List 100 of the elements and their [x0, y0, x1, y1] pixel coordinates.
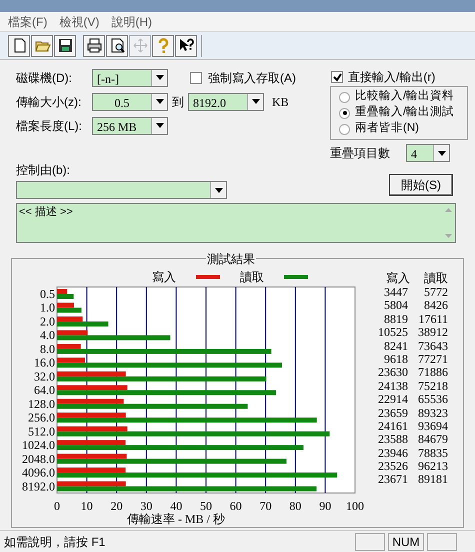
- queue-depth-dropdown[interactable]: 4: [406, 144, 450, 162]
- table-cell-text: 9618: [383, 352, 408, 366]
- printer-icon: [86, 37, 102, 54]
- table-cell-text: 10525: [377, 326, 408, 340]
- toolbar-button[interactable]: [83, 34, 105, 56]
- table-cell-text: 38912: [417, 326, 448, 340]
- move-arrows-icon: [132, 37, 148, 54]
- table-cell-text: 22914: [377, 393, 408, 407]
- direct-io-checkbox[interactable]: [331, 71, 343, 83]
- queue-depth-label: 重疊項目數: [330, 145, 391, 162]
- axis-tick-label: 80: [289, 499, 302, 513]
- status-text: 如需說明，請按 F1: [3, 534, 106, 550]
- radio-label: 重疊輸入/輸出測試: [355, 104, 454, 120]
- scroll-up-icon[interactable]: [444, 208, 452, 212]
- axis-title: 傳輸速率 - MB / 秒: [127, 512, 225, 525]
- table-cell-text: 73643: [417, 340, 448, 353]
- controlled-by-label: 控制由(b):: [16, 163, 70, 177]
- table-cell-text: 89323: [417, 406, 448, 420]
- axis-tick-label: 70: [260, 499, 272, 513]
- toolbar-button[interactable]: [106, 34, 128, 56]
- axis-tick-label: 50: [200, 499, 212, 513]
- axis-tick-label: 0: [54, 499, 60, 513]
- num-lock-indicator: NUM: [388, 532, 424, 550]
- caret-icon: [151, 118, 167, 134]
- table-cell-text: 71886: [417, 366, 448, 380]
- file-length-label: 檔案長度(L):: [16, 118, 83, 134]
- table-cell-text: 5772: [423, 286, 448, 300]
- legend-label: 讀取: [240, 269, 264, 286]
- transfer-size-from-dropdown[interactable]: 0.5: [92, 92, 168, 110]
- axis-category-label: 4.0: [40, 328, 55, 342]
- status-pane: [355, 532, 385, 550]
- status-pane: [427, 532, 457, 550]
- menu-item[interactable]: 檔案(F): [8, 12, 48, 30]
- menu-item[interactable]: 說明(H): [111, 12, 152, 30]
- caret-icon: [151, 94, 167, 110]
- drive-label: 磁碟機(D):: [16, 70, 73, 86]
- axis-tick-label: 90: [319, 499, 332, 513]
- axis-tick-label: 40: [170, 499, 182, 513]
- to-label: 到: [172, 94, 184, 110]
- caret-icon: [151, 70, 167, 86]
- legend-label: 寫入: [152, 269, 176, 286]
- table-cell-text: 84679: [417, 433, 448, 447]
- axis-category-label: 4096.0: [22, 466, 55, 480]
- table-cell-text: 3447: [383, 286, 408, 300]
- scroll-down-icon[interactable]: [444, 234, 452, 238]
- table-cell-text: 78835: [417, 446, 448, 460]
- axis-category-label: 16.0: [34, 356, 55, 370]
- force-write-label: 強制寫入存取(A): [208, 70, 296, 86]
- table-cell-text: 5804: [383, 299, 408, 313]
- table-cell-text: 96213: [417, 460, 448, 474]
- axis-category-label: 8.0: [40, 342, 55, 356]
- drive-dropdown[interactable]: [-n-]: [92, 68, 168, 86]
- force-write-checkbox[interactable]: [190, 72, 202, 84]
- axis-category-label: 2048.0: [22, 452, 55, 466]
- table-cell-text: 77271: [417, 352, 448, 366]
- axis-category-label: 2.0: [40, 314, 55, 328]
- axis-category-label: 1.0: [40, 300, 55, 315]
- table-cell-text: 8241: [383, 340, 408, 353]
- toolbar-button[interactable]: [175, 34, 197, 56]
- column-header: 讀取: [424, 270, 448, 285]
- table-cell-text: 65536: [417, 393, 448, 407]
- radio-button[interactable]: [339, 124, 350, 134]
- axis-category-label: 256.0: [28, 410, 55, 425]
- toolbar-button[interactable]: [54, 34, 76, 56]
- table-cell-text: 8819: [383, 312, 408, 326]
- start-button[interactable]: 開始(S): [389, 174, 453, 196]
- table-cell-text: 23588: [377, 433, 408, 447]
- toolbar-button[interactable]: [8, 34, 30, 56]
- table-cell-text: 23946: [377, 446, 408, 460]
- table-cell-text: 8426: [423, 299, 448, 313]
- table-cell-text: 89181: [417, 473, 448, 487]
- caret-icon: [210, 182, 226, 198]
- axis-category-label: 1024.0: [22, 438, 55, 452]
- axis-tick-label: 100: [346, 499, 364, 513]
- direct-io-label: 直接輸入/輸出(r): [348, 69, 436, 86]
- pointer-question-icon: [178, 37, 194, 54]
- radio-label: 兩者皆非(N): [355, 120, 419, 136]
- axis-tick-label: 20: [110, 499, 123, 513]
- table-cell-text: 23659: [377, 406, 408, 420]
- axis-category-label: 128.0: [28, 396, 55, 411]
- axis-category-label: 8192.0: [22, 479, 55, 494]
- axis-category-label: 512.0: [28, 424, 55, 438]
- axis-category-label: 64.0: [34, 383, 55, 398]
- transfer-size-to-dropdown[interactable]: 8192.0: [188, 92, 264, 110]
- radio-label: 比較輸入/輸出資料: [355, 88, 454, 104]
- unit-label: KB: [272, 94, 289, 110]
- table-cell-text: 17611: [417, 312, 448, 326]
- radio-button[interactable]: [339, 92, 350, 102]
- description-field[interactable]: << 描述 >>: [16, 203, 456, 243]
- caret-icon: [247, 94, 263, 110]
- transfer-size-label: 傳輸大小(z):: [16, 94, 82, 110]
- table-cell-text: 23671: [377, 473, 408, 487]
- magnifier-page-icon: [108, 37, 126, 54]
- radio-button[interactable]: [339, 108, 350, 118]
- controlled-by-dropdown[interactable]: [16, 181, 227, 199]
- axis-category-label: 32.0: [34, 369, 55, 384]
- table-cell-text: 23526: [377, 460, 408, 474]
- file-length-dropdown[interactable]: 256 MB: [92, 116, 168, 134]
- table-cell-text: 93694: [417, 420, 448, 434]
- menu-item[interactable]: 檢視(V): [59, 12, 100, 30]
